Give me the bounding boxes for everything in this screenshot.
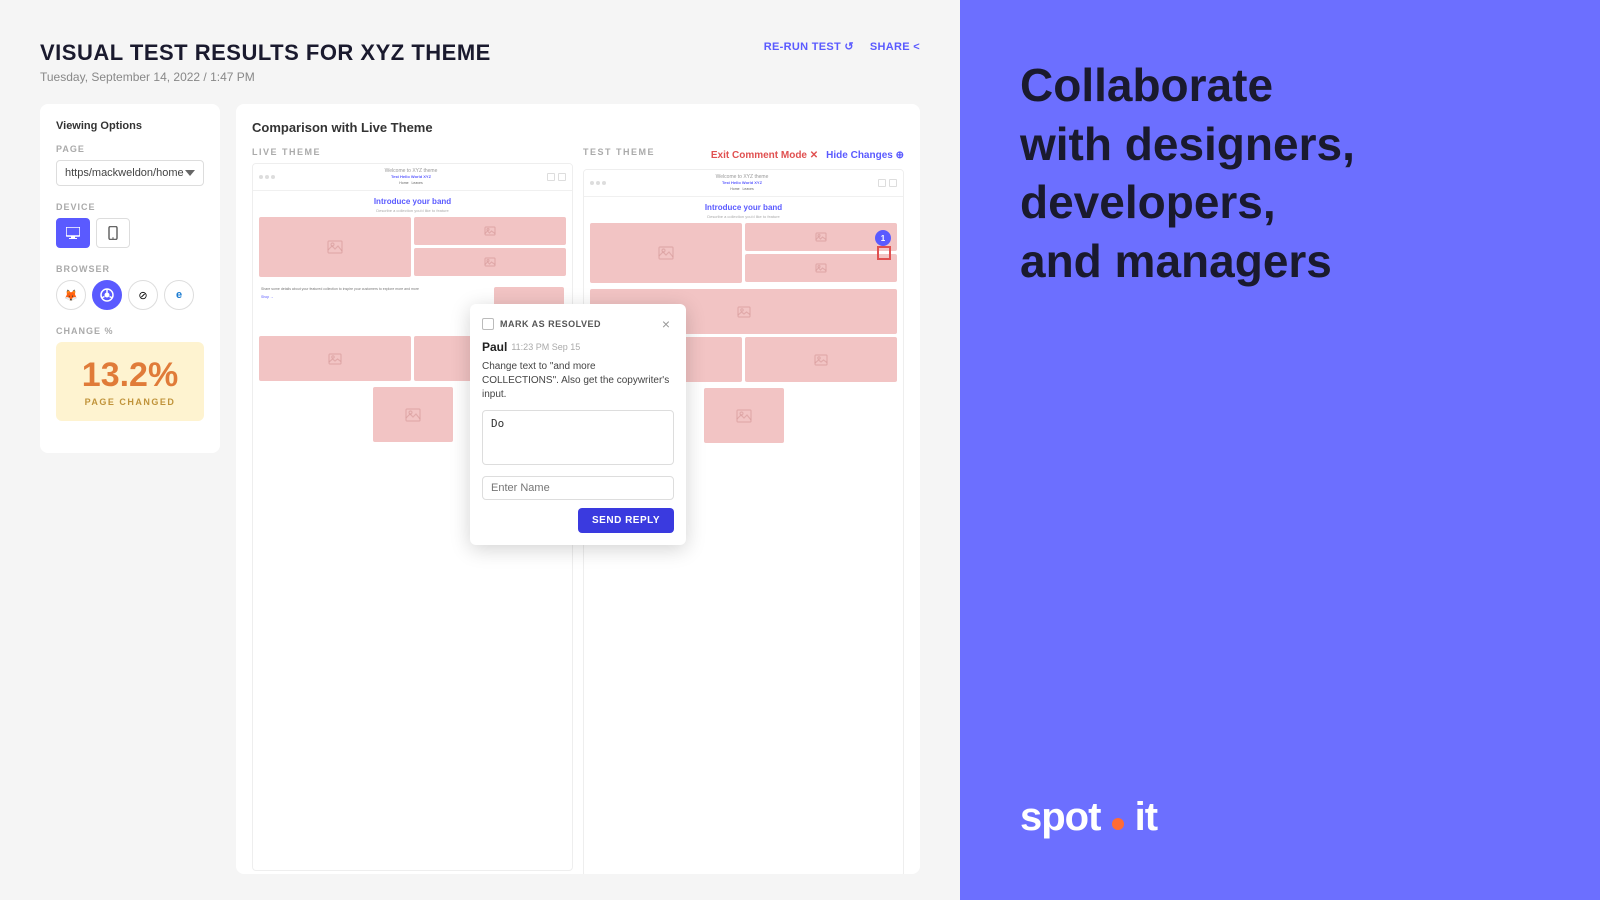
browser-firefox-button[interactable]: 🦊 xyxy=(56,280,86,310)
comment-close-button[interactable]: × xyxy=(658,316,674,332)
viewing-options-sidebar: Viewing Options PAGE https/mackweldon/ho… xyxy=(40,104,220,453)
mockup-img7-test xyxy=(704,388,784,443)
comment-timestamp: 11:23 PM Sep 15 xyxy=(511,342,580,352)
mockup-title-test: Welcome to XYZ themeTest Hello World XYZ… xyxy=(606,174,878,192)
comment-author-row: Paul 11:23 PM Sep 15 xyxy=(482,340,674,354)
page-label: PAGE xyxy=(56,144,204,154)
hero-title-line4: and managers xyxy=(1020,236,1550,287)
comment-author-name: Paul xyxy=(482,340,507,354)
test-theme-label: TEST THEME xyxy=(583,147,655,157)
mockup-img2-live xyxy=(414,217,566,245)
mockup-img7-live xyxy=(373,387,453,442)
mockup-img1-test xyxy=(590,223,742,283)
mark-resolved-label: MARK AS RESOLVED xyxy=(500,319,601,329)
mark-resolved-checkbox[interactable] xyxy=(482,318,494,330)
comment-popup-header: MARK AS RESOLVED × xyxy=(482,316,674,332)
device-desktop-button[interactable] xyxy=(56,218,90,248)
mockup-title-live: Welcome to XYZ themeTest Hello World XYZ… xyxy=(275,168,547,186)
comparison-area: Comparison with Live Theme LIVE THEME We… xyxy=(236,104,920,874)
browser-edge-button[interactable]: e xyxy=(164,280,194,310)
browser-label: BROWSER xyxy=(56,264,204,274)
mockup-img1-live xyxy=(259,217,411,277)
rerun-test-button[interactable]: RE-RUN TEST ↺ xyxy=(764,40,854,53)
logo-text-spot: spot it xyxy=(1020,795,1157,840)
browser-buttons: 🦊 ⊘ e xyxy=(56,280,204,310)
mockup-img5-live xyxy=(259,336,411,381)
hero-title-line2: with designers, xyxy=(1020,119,1550,170)
mockup-header-test: Welcome to XYZ themeTest Hello World XYZ… xyxy=(584,170,903,197)
page-select[interactable]: https/mackweldon/home xyxy=(56,160,204,186)
comparison-title: Comparison with Live Theme xyxy=(252,120,904,135)
test-theme-actions: Exit Comment Mode ✕ Hide Changes ⊕ xyxy=(711,150,904,161)
comment-reply-input[interactable]: Do xyxy=(482,410,674,465)
mockup-row1-live xyxy=(259,217,566,277)
page-section: PAGE https/mackweldon/home xyxy=(56,144,204,186)
comment-popup: MARK AS RESOLVED × Paul 11:23 PM Sep 15 … xyxy=(470,304,686,545)
mockup-img6-test xyxy=(745,337,897,382)
logo-dot xyxy=(1112,818,1124,830)
comment-name-input[interactable] xyxy=(482,476,674,500)
send-reply-button[interactable]: SEND REPLY xyxy=(578,508,674,533)
hero-title-line1: Collaborate xyxy=(1020,60,1550,111)
hero-text: Collaborate with designers, developers, … xyxy=(1020,60,1550,294)
main-content: Viewing Options PAGE https/mackweldon/ho… xyxy=(40,104,920,874)
send-reply-row: SEND REPLY xyxy=(482,508,674,533)
change-label: CHANGE % xyxy=(56,326,204,336)
exit-comment-button[interactable]: Exit Comment Mode ✕ xyxy=(711,150,818,161)
red-box-marker xyxy=(877,246,891,260)
viewing-options-label: Viewing Options xyxy=(56,120,204,132)
browser-section: BROWSER 🦊 ⊘ e xyxy=(56,264,204,310)
device-section: DEVICE xyxy=(56,202,204,248)
mockup-hero-test: Introduce your band xyxy=(590,203,897,212)
mockup-img3-test xyxy=(745,254,897,282)
change-section: CHANGE % 13.2% PAGE CHANGED xyxy=(56,326,204,421)
hide-changes-button[interactable]: Hide Changes ⊕ xyxy=(826,150,904,161)
top-actions: RE-RUN TEST ↺ SHARE < xyxy=(764,40,920,53)
live-theme-label: LIVE THEME xyxy=(252,147,573,157)
browser-safari-button[interactable]: ⊘ xyxy=(128,280,158,310)
change-box: 13.2% PAGE CHANGED xyxy=(56,342,204,421)
left-panel: VISUAL TEST RESULTS FOR XYZ THEME Tuesda… xyxy=(0,0,960,900)
mockup-img3-live xyxy=(414,248,566,276)
mockup-hero-sub-test: Describe a collection you'd like to feat… xyxy=(590,214,897,219)
mockup-hero-sub-live: Describe a collection you'd like to feat… xyxy=(259,208,566,213)
mockup-row1-test xyxy=(590,223,897,283)
right-panel: Collaborate with designers, developers, … xyxy=(960,0,1600,900)
share-button[interactable]: SHARE < xyxy=(870,41,920,53)
comment-body-text: Change text to "and more COLLECTIONS". A… xyxy=(482,360,674,402)
hero-title-line3: developers, xyxy=(1020,177,1550,228)
device-buttons xyxy=(56,218,204,248)
mark-resolved-row: MARK AS RESOLVED xyxy=(482,318,601,330)
device-mobile-button[interactable] xyxy=(96,218,130,248)
logo-area: spot it xyxy=(1020,795,1550,840)
change-percent: 13.2% xyxy=(70,356,190,395)
browser-chrome-button[interactable] xyxy=(92,280,122,310)
change-page-label: PAGE CHANGED xyxy=(70,397,190,407)
mockup-header-live: Welcome to XYZ themeTest Hello World XYZ… xyxy=(253,164,572,191)
page-subtitle: Tuesday, September 14, 2022 / 1:47 PM xyxy=(40,70,920,84)
comment-marker[interactable]: 1 xyxy=(875,230,891,246)
device-label: DEVICE xyxy=(56,202,204,212)
mockup-hero-live: Introduce your band xyxy=(259,197,566,206)
